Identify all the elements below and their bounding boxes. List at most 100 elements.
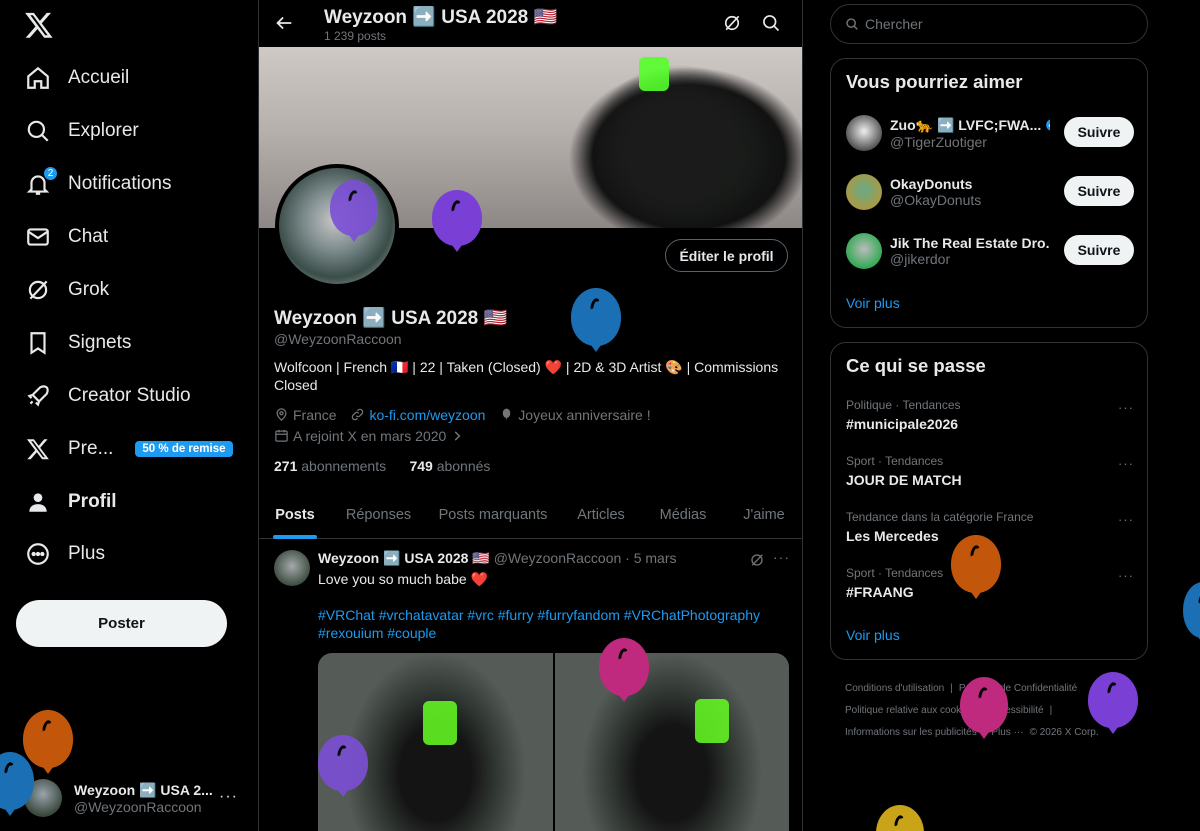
show-more-link[interactable]: Voir plus [846, 295, 900, 311]
tab-posts[interactable]: Posts [259, 490, 331, 539]
tweet-author-handle: @WeyzoonRaccoon [493, 550, 622, 566]
suggested-user-name: OkayDonuts [890, 176, 973, 192]
follow-button[interactable]: Suivre [1064, 176, 1134, 206]
search-box[interactable] [830, 4, 1148, 44]
trend-item[interactable]: Tendance dans la catégorie France Les Me… [846, 510, 1134, 544]
suggested-user-handle: @TigerZuotiger [890, 133, 987, 150]
balloon-decoration [23, 710, 73, 768]
more-options-icon[interactable]: ··· [219, 788, 238, 806]
nav-item-more[interactable]: Plus [24, 534, 105, 574]
search-input[interactable] [865, 16, 1125, 32]
calendar-icon [275, 429, 288, 442]
post-count: 1 239 posts [324, 29, 387, 43]
profile-link[interactable]: ko-fi.com/weyzoon [369, 407, 485, 423]
chevron-right-icon[interactable] [450, 429, 464, 443]
profile-tabs: Posts Réponses Posts marquants Articles … [259, 490, 802, 539]
suggested-user[interactable]: Zuo🐆 ➡️ LVFC;FWA... @TigerZuotiger Suivr… [846, 111, 1134, 155]
suggested-user-handle: @OkayDonuts [890, 192, 982, 208]
post-button[interactable]: Poster [16, 600, 227, 647]
image-glow [694, 699, 729, 743]
location-icon [276, 408, 287, 421]
nav-label-grok: Grok [68, 279, 110, 300]
following-link[interactable]: 271 abonnements [274, 458, 386, 474]
left-sidebar: Accueil Explorer 2 Notifications Chat Gr… [0, 0, 258, 831]
grok-icon[interactable] [722, 13, 742, 33]
account-switcher[interactable]: Weyzoon ➡️ USA 2... @WeyzoonRaccoon ··· [24, 776, 246, 820]
trends-title: Ce qui se passe [846, 355, 986, 376]
search-icon[interactable] [761, 13, 781, 33]
more-options-icon[interactable]: ··· [1118, 400, 1134, 415]
page-title: Weyzoon ➡️ USA 2028 🇺🇸 [324, 7, 558, 28]
more-options-icon[interactable]: ··· [1118, 456, 1134, 471]
follow-counts: 271 abonnements 749 abonnés [274, 458, 490, 474]
nav-item-premium[interactable]: Pre... 50 % de remise [24, 429, 233, 469]
footer-link[interactable]: Politique relative aux cookies [845, 705, 974, 716]
footer-link[interactable]: Informations sur les publicités [845, 727, 977, 738]
profile-location: France [293, 407, 337, 423]
tweet-avatar[interactable] [274, 550, 310, 586]
account-handle: @WeyzoonRaccoon [74, 798, 202, 815]
premium-discount-badge: 50 % de remise [135, 441, 233, 457]
suggested-user[interactable]: Jik The Real Estate Dro... @jikerdor Sui… [846, 229, 1134, 273]
follow-button[interactable]: Suivre [1064, 235, 1134, 265]
rocket-icon [24, 382, 52, 410]
who-to-follow-title: Vous pourriez aimer [846, 71, 1023, 92]
tweet-image-2[interactable] [554, 653, 789, 831]
balloon-icon [503, 408, 511, 421]
more-options-icon[interactable]: ··· [773, 549, 790, 565]
nav-item-creator-studio[interactable]: Creator Studio [24, 376, 191, 416]
x-logo-icon[interactable] [24, 10, 54, 40]
footer-link[interactable]: Conditions d'utilisation [845, 683, 944, 694]
tab-articles[interactable]: Articles [560, 490, 642, 539]
trend-item[interactable]: Sport · Tendances JOUR DE MATCH ··· [846, 454, 1134, 488]
more-circle-icon [24, 540, 52, 568]
nav-item-grok[interactable]: Grok [24, 270, 109, 310]
tweet-hashtags[interactable]: #VRChat #vrchatavatar #vrc #furry #furry… [318, 606, 788, 642]
nav-item-notifications[interactable]: 2 Notifications [24, 164, 172, 204]
followers-link[interactable]: 749 abonnés [409, 458, 490, 474]
avatar [846, 115, 882, 151]
nav-label-more: Plus [68, 543, 105, 564]
more-options-icon[interactable]: ··· [1118, 568, 1134, 583]
nav-label-explore: Explorer [68, 120, 139, 141]
tweet-media[interactable] [318, 653, 789, 831]
nav-item-explore[interactable]: Explorer [24, 111, 139, 151]
nav-item-profile[interactable]: Profil [24, 482, 117, 522]
notifications-badge: 2 [43, 166, 58, 181]
nav-item-bookmarks[interactable]: Signets [24, 323, 131, 363]
profile-handle: @WeyzoonRaccoon [274, 331, 402, 347]
followers-label: abonnés [436, 458, 491, 474]
nav-item-chat[interactable]: Chat [24, 217, 108, 257]
tweet-header: Weyzoon ➡️ USA 2028 🇺🇸 @WeyzoonRaccoon ·… [318, 550, 677, 567]
back-arrow-icon[interactable] [273, 12, 295, 34]
tab-highlights[interactable]: Posts marquants [426, 490, 560, 539]
follow-button[interactable]: Suivre [1064, 117, 1134, 147]
tab-media[interactable]: Médias [642, 490, 724, 539]
following-count: 271 [274, 458, 298, 474]
tab-replies[interactable]: Réponses [331, 490, 426, 539]
more-options-icon[interactable]: ··· [1118, 512, 1134, 527]
home-icon [24, 64, 52, 92]
person-icon [24, 488, 52, 516]
tab-likes[interactable]: J'aime [724, 490, 802, 539]
footer-separator: | [1049, 705, 1053, 716]
nav-item-home[interactable]: Accueil [24, 58, 129, 98]
suggested-user[interactable]: OkayDonuts @OkayDonuts Suivre [846, 170, 1134, 214]
trend-title: #municipale2026 [846, 416, 959, 432]
nav-label-chat: Chat [68, 226, 109, 247]
banner-figure [589, 47, 802, 228]
trend-category: Sport · Tendances [846, 454, 944, 468]
show-more-link[interactable]: Voir plus [846, 627, 900, 643]
profile-name: Weyzoon ➡️ USA 2028 🇺🇸 [274, 308, 508, 329]
search-icon [846, 18, 858, 30]
tweet-date[interactable]: · 5 mars [625, 550, 676, 566]
bookmark-icon [24, 329, 52, 357]
edit-profile-button[interactable]: Éditer le profil [665, 239, 788, 272]
nav-label-home: Accueil [68, 67, 130, 88]
profile-birthday: Joyeux anniversaire ! [518, 407, 651, 423]
trend-item[interactable]: Politique · Tendances #municipale2026 ··… [846, 398, 1134, 432]
followers-count: 749 [409, 458, 433, 474]
suggested-user-name: Jik The Real Estate Dro... [890, 235, 1050, 251]
tweet-author-name[interactable]: Weyzoon ➡️ USA 2028 🇺🇸 [318, 550, 490, 566]
grok-icon[interactable] [749, 552, 765, 568]
